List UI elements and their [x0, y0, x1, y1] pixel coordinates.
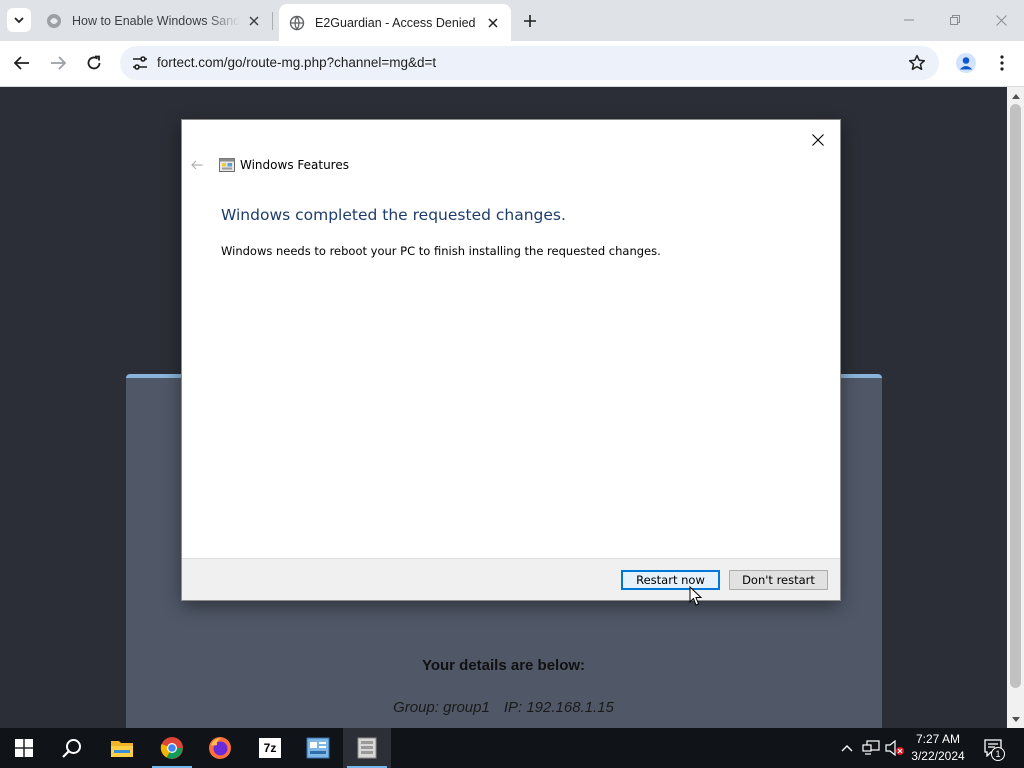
tab-strip: How to Enable Windows Sandbox E2Guardian… [0, 0, 1024, 41]
taskbar-7zip[interactable]: 7z [246, 728, 294, 768]
restart-now-button[interactable]: Restart now [621, 570, 720, 590]
chevron-down-icon [14, 17, 24, 23]
arrow-left-icon [191, 160, 203, 170]
control-panel-icon [306, 737, 330, 759]
url-text: fortect.com/go/route-mg.php?channel=mg&d… [157, 55, 437, 70]
taskbar-firefox[interactable] [196, 728, 244, 768]
more-vertical-icon [1000, 55, 1004, 71]
firefox-icon [209, 737, 231, 759]
clock-time: 7:27 AM [915, 732, 961, 746]
tab-separator [272, 12, 273, 30]
dont-restart-button[interactable]: Don't restart [729, 570, 828, 590]
dialog-footer: Restart now Don't restart [182, 558, 840, 600]
close-icon [995, 14, 1007, 26]
minimize-button[interactable] [886, 0, 932, 40]
site-favicon-icon [46, 13, 62, 29]
reload-button[interactable] [79, 48, 109, 78]
close-tab-icon[interactable] [246, 13, 262, 29]
scroll-down-arrow-icon[interactable] [1007, 712, 1024, 726]
mouse-cursor-icon [689, 586, 703, 606]
network-tray-icon[interactable] [861, 738, 881, 758]
chrome-icon [160, 737, 183, 759]
dialog-heading: Windows completed the requested changes. [221, 206, 566, 224]
clock-date: 3/22/2024 [911, 749, 965, 763]
taskbar-search-button[interactable] [48, 728, 96, 768]
minimize-icon [904, 19, 914, 21]
ip-text: IP: 192.168.1.15 [503, 699, 614, 716]
profile-button[interactable] [951, 48, 981, 78]
notification-count-badge: 1 [991, 747, 1005, 761]
bookmark-star-icon[interactable] [907, 53, 927, 73]
dialog-app-title: Windows Features [240, 158, 349, 172]
profile-avatar-icon [956, 53, 976, 73]
windows-features-dialog: Windows Features Windows completed the r… [182, 120, 840, 600]
reload-icon [87, 55, 101, 70]
menu-button[interactable] [987, 48, 1017, 78]
volume-muted-tray-icon[interactable] [885, 738, 905, 758]
globe-icon [289, 15, 305, 31]
file-explorer-icon [111, 741, 133, 757]
taskbar-control-panel[interactable] [294, 728, 342, 768]
search-icon [62, 739, 81, 758]
close-tab-icon[interactable] [485, 15, 501, 31]
dialog-message: Windows needs to reboot your PC to finis… [221, 244, 661, 258]
new-tab-button[interactable] [518, 10, 542, 32]
tab-windows-sandbox[interactable]: How to Enable Windows Sandbox [36, 4, 272, 37]
restore-button[interactable] [932, 0, 978, 40]
7zip-icon: 7z [259, 738, 281, 758]
plus-icon [524, 15, 536, 27]
windows-features-icon [219, 158, 235, 172]
restore-icon [950, 15, 960, 25]
page-scrollbar[interactable] [1007, 87, 1024, 728]
tab-e2guardian[interactable]: E2Guardian - Access Denied [279, 4, 511, 41]
arrow-right-icon [51, 56, 66, 70]
group-text: Group: group1 [393, 699, 490, 716]
start-icon [15, 739, 33, 757]
site-settings-icon[interactable] [128, 51, 152, 75]
scrollbar-thumb[interactable] [1010, 104, 1021, 688]
windows-features-icon [357, 737, 377, 759]
dialog-close-button[interactable] [804, 126, 832, 154]
taskbar: 7z 7:27 AM 3/22/2024 1 [0, 728, 1024, 768]
tab-title: How to Enable Windows Sandbox [72, 13, 240, 28]
forward-button[interactable] [43, 48, 73, 78]
details-heading: Your details are below: [421, 657, 586, 674]
user-details: Group: group1 IP: 192.168.1.15 [0, 699, 1007, 716]
show-hidden-icons-button[interactable] [837, 738, 857, 758]
back-button[interactable] [7, 48, 37, 78]
close-icon [812, 134, 824, 146]
dialog-back-button[interactable] [188, 156, 206, 174]
taskbar-chrome[interactable] [148, 728, 196, 768]
address-bar[interactable]: fortect.com/go/route-mg.php?channel=mg&d… [120, 46, 939, 80]
browser-toolbar: fortect.com/go/route-mg.php?channel=mg&d… [0, 41, 1024, 87]
start-button[interactable] [0, 728, 48, 768]
taskbar-clock[interactable]: 7:27 AM 3/22/2024 [904, 731, 972, 765]
tab-title: E2Guardian - Access Denied [315, 15, 476, 30]
arrow-left-icon [14, 56, 29, 70]
tab-search-button[interactable] [7, 8, 31, 32]
scroll-up-arrow-icon[interactable] [1007, 89, 1024, 103]
taskbar-file-explorer[interactable] [98, 728, 146, 768]
chevron-up-icon [841, 744, 853, 751]
taskbar-windows-features[interactable] [343, 728, 391, 768]
close-window-button[interactable] [978, 0, 1024, 40]
